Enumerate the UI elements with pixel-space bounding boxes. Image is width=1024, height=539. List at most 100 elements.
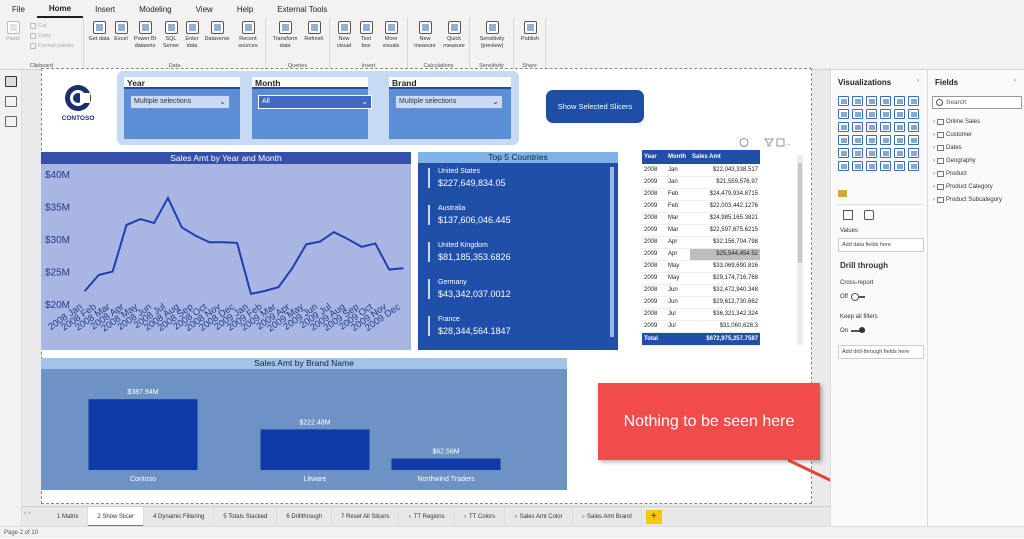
data-point[interactable] [194, 234, 197, 237]
keep-filters-toggle[interactable]: On [840, 327, 866, 334]
data-point[interactable] [374, 242, 377, 245]
new-measure-button[interactable]: New measure [412, 21, 438, 49]
drill-through-well[interactable]: Add drill-through fields here [838, 345, 924, 359]
more-options-icon[interactable]: … [786, 139, 790, 147]
visual-type-icon[interactable] [908, 96, 919, 106]
data-point[interactable] [319, 240, 321, 243]
visual-type-icon[interactable] [908, 135, 919, 145]
data-point[interactable] [388, 268, 390, 271]
menu-view[interactable]: View [184, 5, 225, 14]
visual-type-icon[interactable] [838, 148, 849, 158]
visual-type-icon[interactable] [866, 122, 877, 132]
field-table-item[interactable]: › Product [933, 171, 967, 177]
chevron-right-icon[interactable]: › [933, 171, 935, 177]
visual-type-icon[interactable] [894, 122, 905, 132]
toggle-switch[interactable] [851, 327, 866, 333]
report-view-icon[interactable] [5, 76, 17, 87]
help-icon[interactable] [739, 138, 749, 147]
data-point[interactable] [360, 246, 363, 248]
data-point[interactable] [208, 241, 211, 244]
visual-type-icon[interactable] [852, 161, 863, 171]
menu-external-tools[interactable]: External Tools [265, 5, 339, 14]
chevron-right-icon[interactable]: › [933, 184, 935, 190]
visual-type-icon[interactable] [880, 109, 891, 119]
copy-button[interactable]: Copy [30, 33, 51, 39]
data-point[interactable] [180, 226, 183, 229]
column-header[interactable]: Month [666, 150, 690, 164]
visual-type-icon[interactable] [866, 135, 877, 145]
page-tab[interactable]: 7 Reset All Slicers [332, 506, 400, 527]
table-row[interactable]: 2009 Jun $29,612,730.662 [642, 296, 760, 309]
menu-insert[interactable]: Insert [83, 5, 127, 14]
data-point[interactable] [111, 270, 114, 273]
visual-type-icon[interactable] [866, 161, 877, 171]
enter-data-button[interactable]: Enter data [183, 21, 201, 49]
new-visual-button[interactable]: New visual [334, 21, 354, 49]
visual-type-icon[interactable] [894, 96, 905, 106]
chevron-right-icon[interactable]: › [917, 78, 919, 84]
chevron-right-icon[interactable]: › [933, 158, 935, 164]
chevron-right-icon[interactable]: › [933, 145, 935, 151]
table-row[interactable]: 2008 Jan $22,043,338.517 [642, 164, 760, 177]
data-point[interactable] [305, 243, 308, 246]
page-tab[interactable]: 2 Show Slicer [88, 506, 145, 527]
bar[interactable] [391, 458, 501, 470]
visual-type-icon[interactable] [880, 122, 891, 132]
table-row[interactable]: 2009 Apr $25,544,454.52 [642, 248, 760, 261]
table-row[interactable]: 2008 Mar $24,985,165.3821 [642, 212, 760, 225]
data-point[interactable] [125, 224, 128, 226]
data-point[interactable] [402, 267, 404, 270]
visual-type-icon[interactable] [908, 161, 919, 171]
page-tab[interactable]: 1 Matrix [48, 506, 89, 527]
tab-nav-arrows[interactable]: ‹ › [24, 510, 31, 517]
model-view-icon[interactable] [5, 116, 17, 127]
table-row[interactable]: 2008 May $33,069,690.816 [642, 260, 760, 273]
visual-type-icon[interactable] [866, 96, 877, 106]
cut-button[interactable]: Cut [30, 23, 47, 29]
bar-chart-visual[interactable]: Sales Amt by Brand Name $387.94M Contoso $… [41, 358, 567, 490]
field-table-item[interactable]: › Online Sales [933, 119, 980, 125]
toggle-switch[interactable] [850, 293, 865, 301]
data-point[interactable] [263, 290, 266, 292]
filter-icon[interactable] [764, 138, 774, 147]
paste-button[interactable]: Paste [4, 21, 22, 43]
data-point[interactable] [333, 231, 335, 233]
data-point[interactable] [236, 242, 238, 244]
page-tab[interactable]: ⌕ TT Colors [455, 506, 506, 527]
visual-type-icon[interactable] [880, 135, 891, 145]
data-point[interactable] [277, 286, 280, 288]
refresh-button[interactable]: Refresh [302, 21, 326, 43]
field-table-item[interactable]: › Geography [933, 158, 976, 164]
bar[interactable] [260, 429, 370, 470]
bar[interactable] [88, 399, 198, 470]
page-tab[interactable]: 5 Totals Stacked [214, 506, 278, 527]
cross-report-toggle[interactable]: Off [840, 293, 865, 301]
table-row[interactable]: 2009 May $29,174,716.768 [642, 272, 760, 285]
data-point[interactable] [250, 293, 252, 295]
data-point[interactable] [98, 274, 100, 276]
series-line[interactable] [84, 195, 404, 296]
fields-search-input[interactable]: Search [932, 96, 1022, 109]
add-page-button[interactable]: + [645, 509, 662, 524]
table-row[interactable]: 2009 Feb $22,003,442.1276 [642, 200, 760, 213]
table-row[interactable]: 2008 Apr $32,156,704.798 [642, 236, 760, 249]
visual-type-icon[interactable] [838, 109, 849, 119]
sensitivity-button[interactable]: Sensitivity (preview) [474, 21, 510, 49]
chevron-right-icon[interactable]: › [933, 197, 935, 203]
visual-type-icon[interactable] [852, 122, 863, 132]
line-chart-visual[interactable]: Sales Amt by Year and Month $20M $25M $30M… [41, 152, 411, 350]
publish-button[interactable]: Publish [518, 21, 542, 43]
menu-help[interactable]: Help [225, 5, 265, 14]
scroll-thumb[interactable] [798, 163, 802, 263]
visual-type-icon[interactable] [908, 109, 919, 119]
column-header[interactable]: Sales Amt [690, 150, 760, 164]
field-table-item[interactable]: › Product Subcategory [933, 197, 1002, 203]
more-visuals-button[interactable]: More visuals [378, 21, 404, 49]
get-data-button[interactable]: Get data [88, 21, 110, 43]
visual-type-icon[interactable] [852, 135, 863, 145]
visual-type-icon[interactable] [894, 148, 905, 158]
table-row[interactable]: 2009 Jul $31,060,628.3 [642, 320, 760, 333]
custom-visual-icon[interactable] [838, 190, 847, 197]
brand-dropdown[interactable]: Multiple selections ⌄ [395, 95, 503, 109]
data-point[interactable] [291, 267, 294, 269]
